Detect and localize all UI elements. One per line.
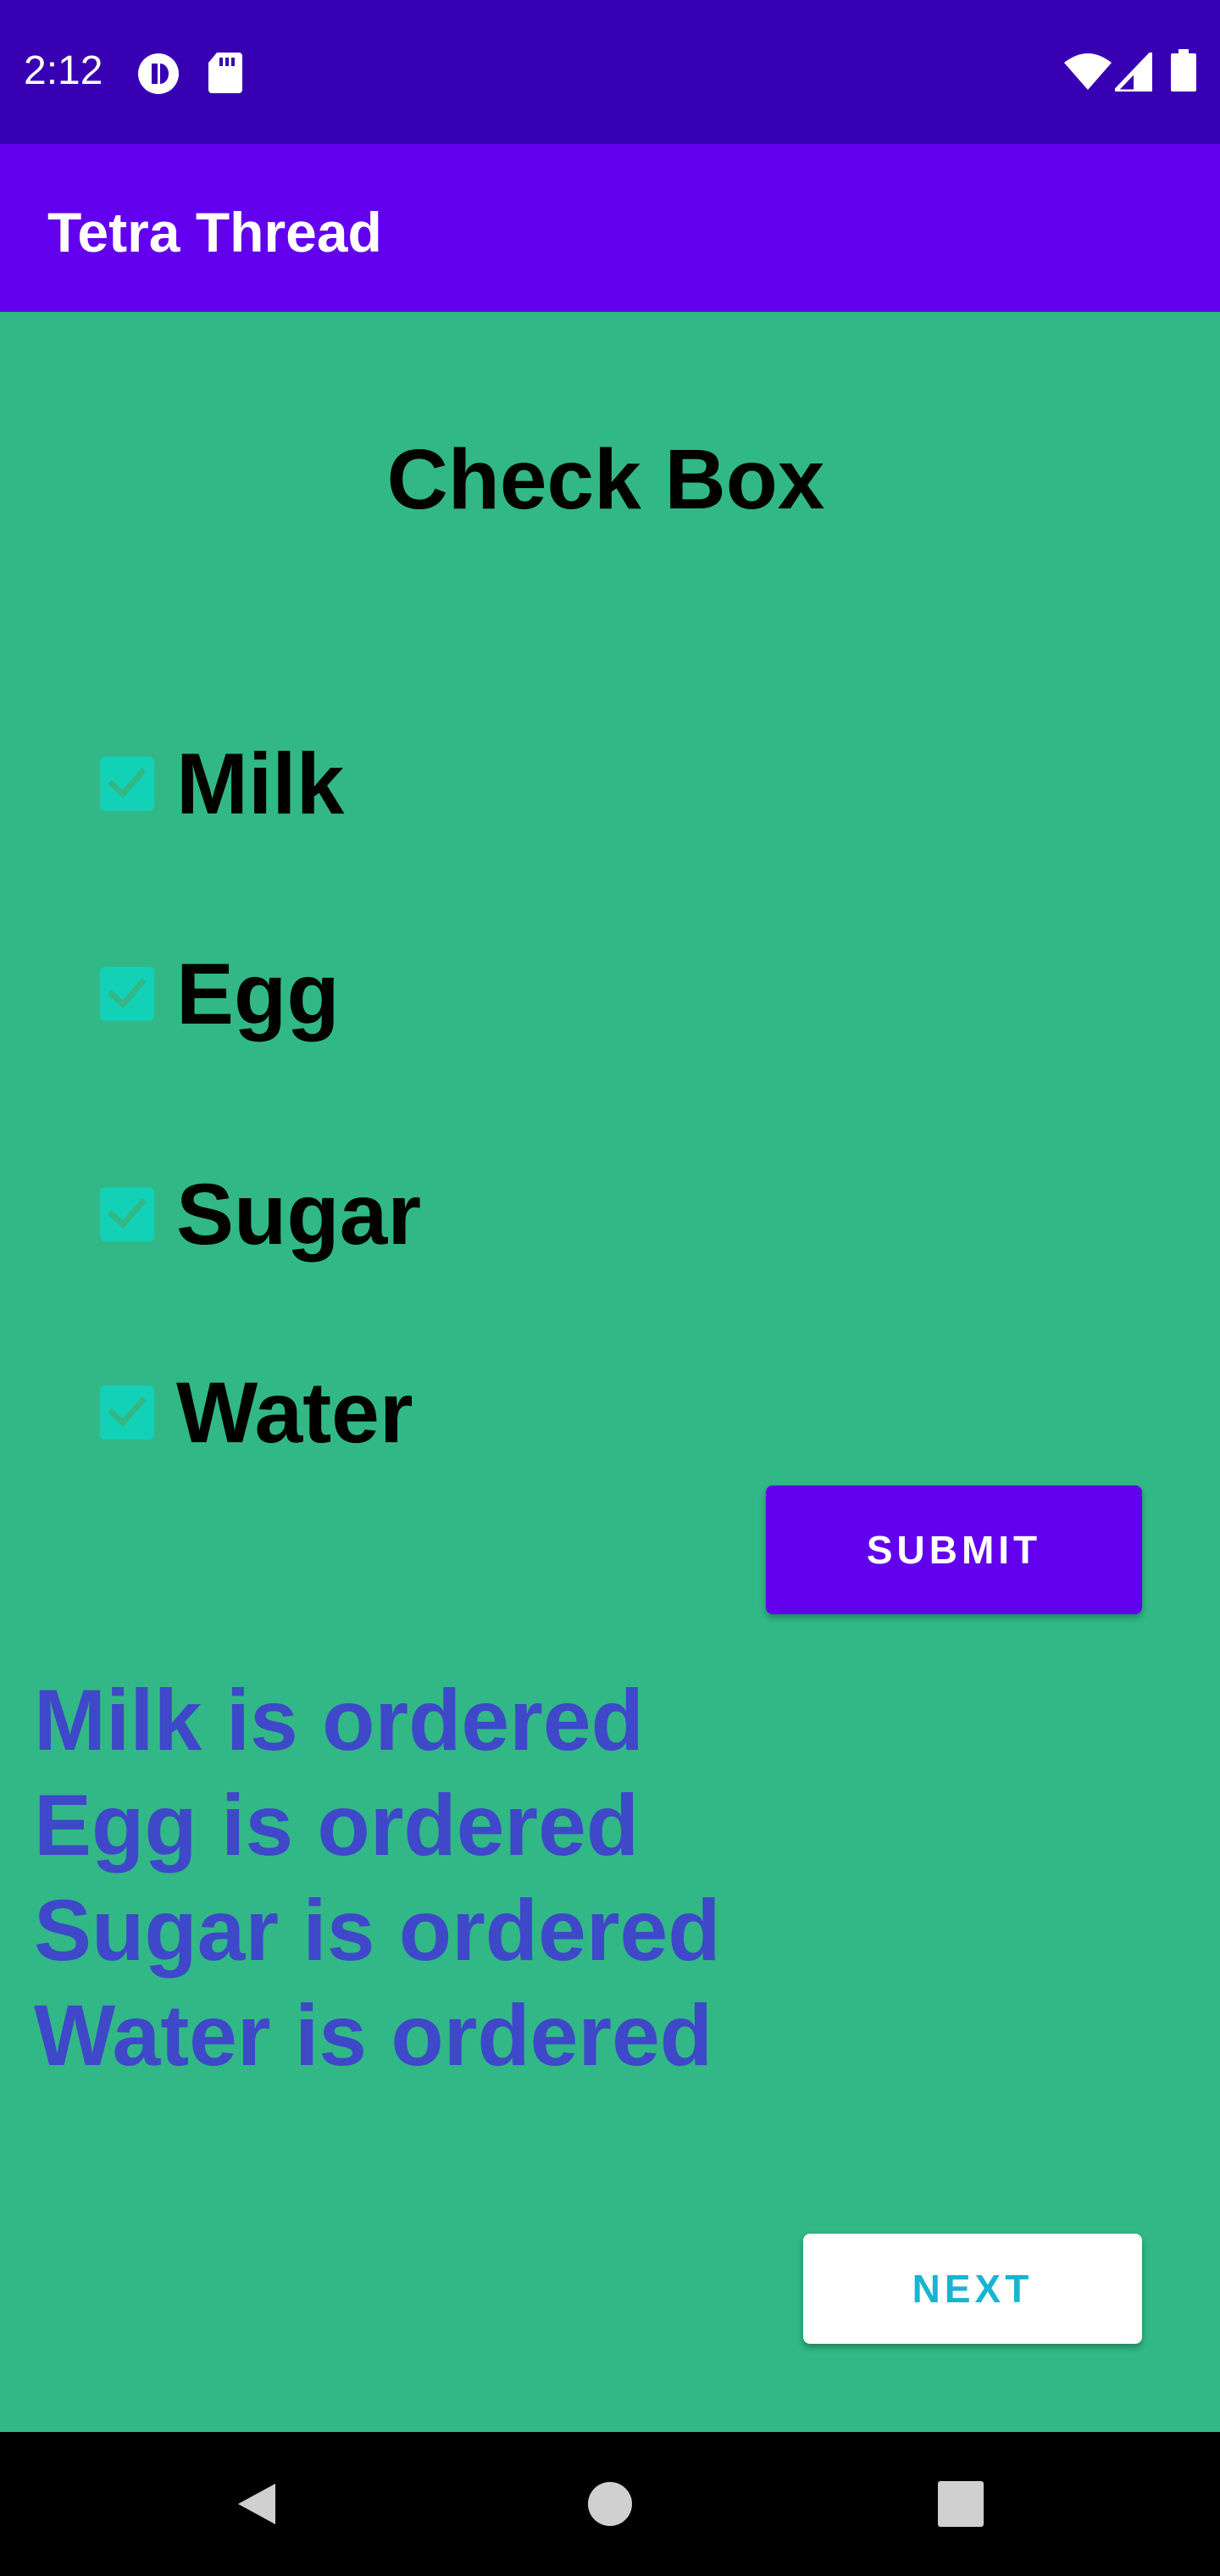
recents-button[interactable] bbox=[923, 2466, 999, 2542]
check-icon bbox=[108, 1396, 147, 1427]
back-button[interactable] bbox=[219, 2466, 295, 2542]
check-icon bbox=[108, 1198, 147, 1229]
checkbox-egg[interactable]: Egg bbox=[92, 939, 340, 1049]
back-icon bbox=[238, 2484, 275, 2524]
next-button[interactable]: NEXT bbox=[803, 2234, 1142, 2344]
checkbox-sugar-label[interactable]: Sugar bbox=[176, 1162, 421, 1267]
navigation-bar bbox=[0, 2432, 1220, 2576]
checkbox-egg-label[interactable]: Egg bbox=[176, 941, 340, 1046]
home-button[interactable] bbox=[572, 2466, 648, 2542]
order-line-egg: Egg is ordered bbox=[34, 1777, 640, 1874]
notification-icon bbox=[138, 53, 179, 94]
checkbox-sugar-box[interactable] bbox=[100, 1187, 154, 1241]
checkbox-water[interactable]: Water bbox=[92, 1357, 413, 1468]
order-line-sugar: Sugar is ordered bbox=[34, 1882, 721, 1979]
home-icon bbox=[588, 2482, 632, 2526]
checkbox-water-box[interactable] bbox=[100, 1385, 154, 1440]
main-content: Check Box Milk Egg Sugar Water SUBMIT Mi… bbox=[0, 312, 1220, 2432]
checkbox-milk-box[interactable] bbox=[100, 757, 154, 811]
checkbox-sugar[interactable]: Sugar bbox=[92, 1159, 421, 1269]
check-icon bbox=[108, 768, 147, 798]
checkbox-milk-label[interactable]: Milk bbox=[176, 731, 344, 836]
wifi-icon bbox=[1064, 53, 1112, 90]
status-time: 2:12 bbox=[24, 48, 103, 93]
app-title: Tetra Thread bbox=[47, 201, 382, 264]
app-bar: Tetra Thread bbox=[0, 144, 1220, 312]
signal-icon bbox=[1115, 53, 1152, 92]
order-summary: Milk is ordered Egg is ordered Sugar is … bbox=[34, 1668, 721, 2088]
sd-card-icon bbox=[208, 53, 242, 93]
checkbox-egg-box[interactable] bbox=[100, 967, 154, 1021]
page-heading: Check Box bbox=[386, 432, 825, 527]
status-bar: 2:12 bbox=[0, 0, 1220, 144]
battery-icon bbox=[1171, 49, 1196, 92]
submit-button[interactable]: SUBMIT bbox=[766, 1485, 1142, 1614]
order-line-water: Water is ordered bbox=[34, 1987, 713, 2084]
order-line-milk: Milk is ordered bbox=[34, 1672, 644, 1768]
checkbox-water-label[interactable]: Water bbox=[176, 1360, 413, 1465]
checkbox-milk[interactable]: Milk bbox=[92, 729, 344, 839]
check-icon bbox=[108, 978, 147, 1008]
recents-icon bbox=[938, 2481, 984, 2527]
